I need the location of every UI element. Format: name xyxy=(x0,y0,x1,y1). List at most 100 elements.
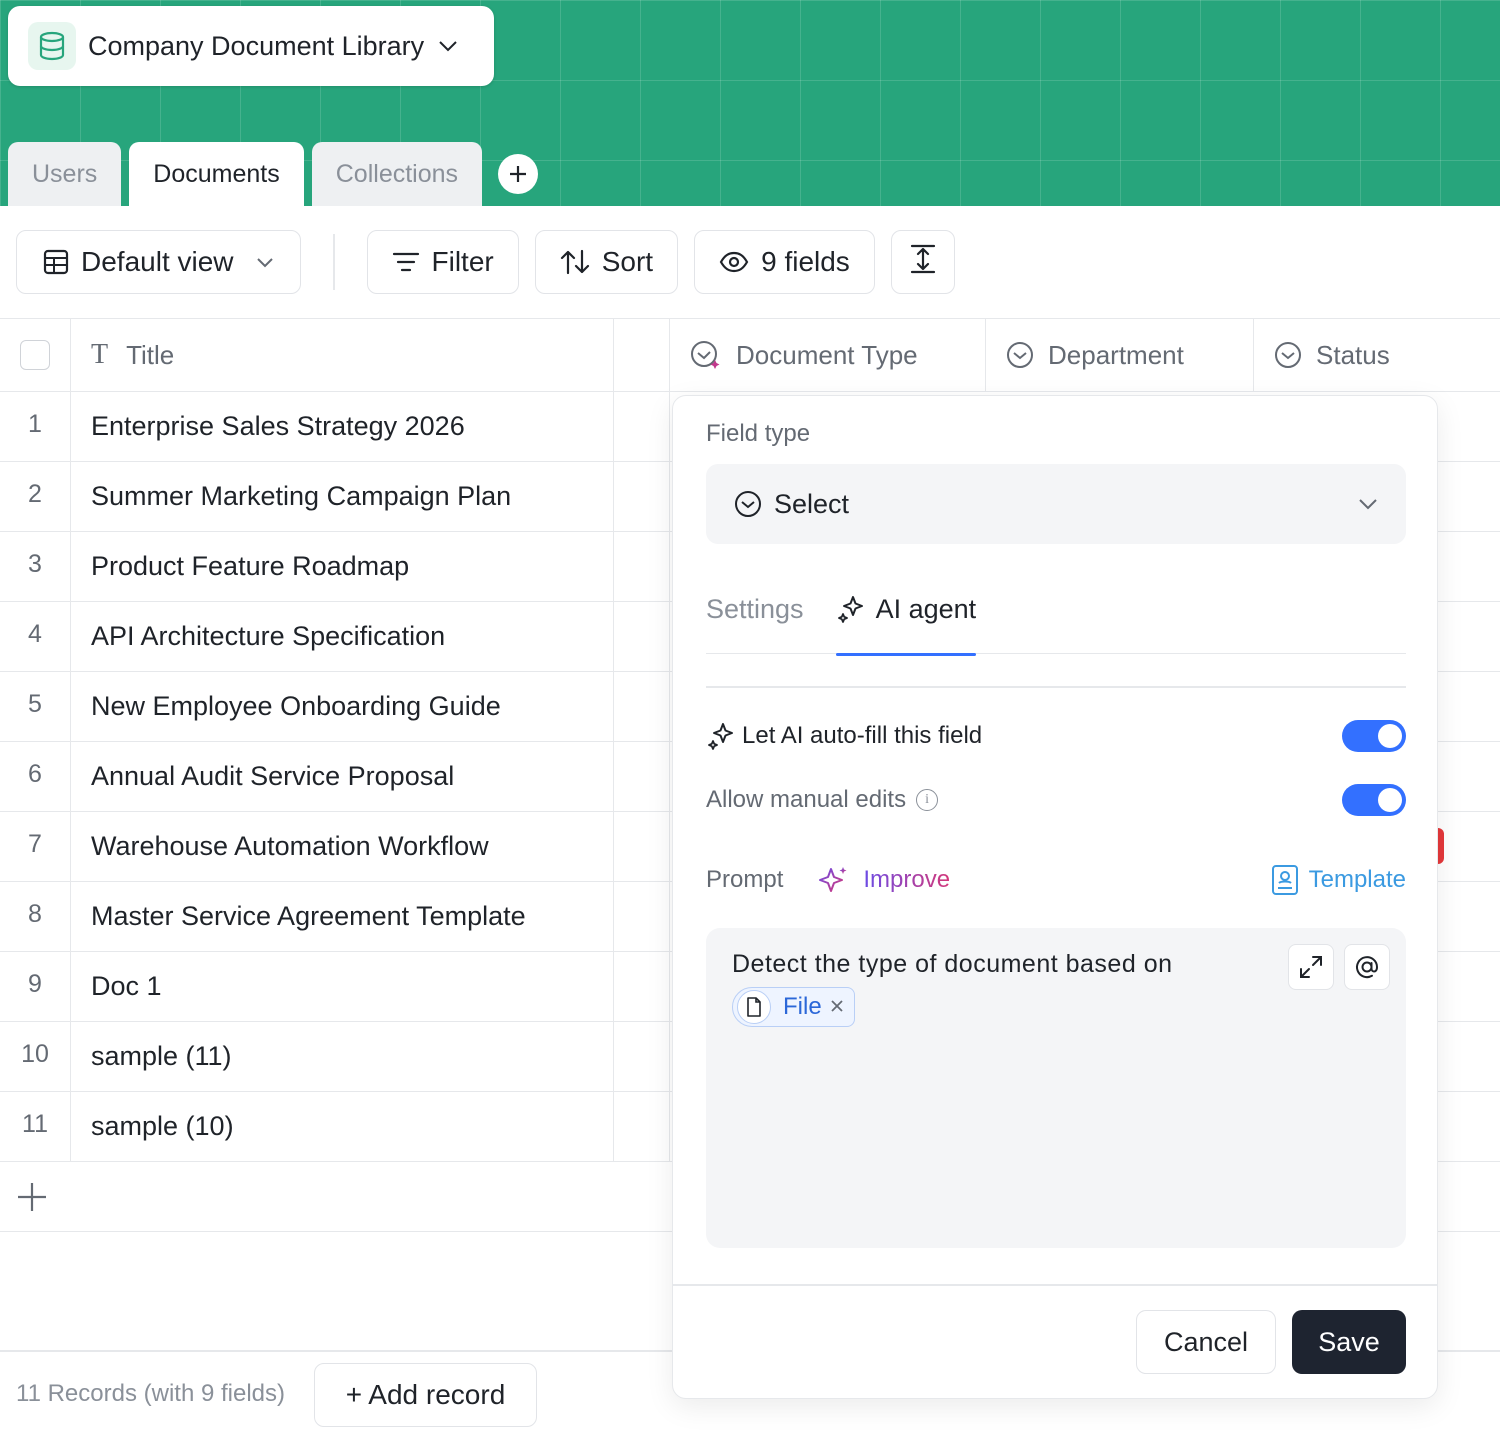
filter-icon xyxy=(392,251,420,273)
expand-icon xyxy=(1300,956,1322,978)
manual-edits-toggle[interactable] xyxy=(1342,784,1406,816)
tab-ai-agent-label: AI agent xyxy=(875,594,977,624)
sort-icon xyxy=(560,249,590,275)
row-number: 9 xyxy=(0,952,71,1021)
view-switcher-button[interactable]: Default view xyxy=(16,230,301,294)
template-icon xyxy=(1271,864,1299,896)
row-number: 4 xyxy=(0,602,71,671)
column-header-document-type[interactable]: Document Type xyxy=(670,319,986,391)
autofill-label: Let AI auto-fill this field xyxy=(742,722,983,749)
column-header-spacer xyxy=(614,319,670,391)
header-banner: Company Document Library Users Documents… xyxy=(0,0,1500,206)
column-status-label: Status xyxy=(1316,339,1390,370)
row-number: 3 xyxy=(0,532,71,601)
sort-button[interactable]: Sort xyxy=(534,230,679,294)
row-title[interactable]: Enterprise Sales Strategy 2026 xyxy=(71,392,614,461)
row-title[interactable]: sample (11) xyxy=(71,1022,614,1091)
info-icon[interactable]: i xyxy=(916,789,939,811)
expand-button[interactable] xyxy=(1288,944,1334,990)
add-table-button[interactable] xyxy=(498,154,539,194)
tab-collections[interactable]: Collections xyxy=(311,142,483,206)
field-type-label: Field type xyxy=(706,420,811,447)
row-height-button[interactable] xyxy=(890,230,955,294)
file-icon xyxy=(737,990,771,1024)
select-all-checkbox[interactable] xyxy=(20,340,50,370)
row-number: 5 xyxy=(0,672,71,741)
chevron-down-icon xyxy=(256,257,274,268)
panel-divider xyxy=(706,686,1406,688)
improve-label: Improve xyxy=(863,866,951,893)
plus-icon xyxy=(18,1182,46,1211)
toolbar-divider xyxy=(333,234,335,290)
column-header-department[interactable]: Department xyxy=(986,319,1254,391)
row-title[interactable]: Summer Marketing Campaign Plan xyxy=(71,462,614,531)
database-icon xyxy=(28,22,76,70)
ai-select-icon xyxy=(690,340,722,370)
row-title[interactable]: Warehouse Automation Workflow xyxy=(71,812,614,881)
magic-sparkle-icon xyxy=(817,864,849,896)
row-title[interactable]: sample (10) xyxy=(71,1092,614,1161)
eye-icon xyxy=(719,251,749,273)
field-type-dropdown[interactable]: Select xyxy=(706,464,1406,544)
cancel-button[interactable]: Cancel xyxy=(1136,1310,1276,1374)
select-icon xyxy=(734,490,762,518)
row-number: 11 xyxy=(0,1092,71,1161)
prompt-editor[interactable]: Detect the type of document based on Fil… xyxy=(706,928,1406,1248)
row-number: 7 xyxy=(0,812,71,881)
row-title[interactable]: Annual Audit Service Proposal xyxy=(71,742,614,811)
prompt-label: Prompt xyxy=(706,866,784,893)
sparkle-icon xyxy=(836,594,866,624)
field-type-value: Select xyxy=(774,488,850,519)
column-header-title[interactable]: T Title xyxy=(71,319,614,391)
plus-icon xyxy=(510,166,527,182)
row-title[interactable]: Master Service Agreement Template xyxy=(71,882,614,951)
row-height-icon xyxy=(910,244,936,281)
row-title[interactable]: New Employee Onboarding Guide xyxy=(71,672,614,741)
row-title[interactable]: Doc 1 xyxy=(71,952,614,1021)
text-type-icon: T xyxy=(91,339,109,370)
tab-documents[interactable]: Documents xyxy=(129,142,304,206)
select-all-cell xyxy=(0,319,71,391)
mention-button[interactable] xyxy=(1344,944,1390,990)
autofill-toggle[interactable] xyxy=(1342,720,1406,752)
filter-button[interactable]: Filter xyxy=(366,230,519,294)
tab-users[interactable]: Users xyxy=(8,142,122,206)
tab-settings[interactable]: Settings xyxy=(706,586,804,654)
row-number: 2 xyxy=(0,462,71,531)
grid-icon xyxy=(43,249,69,275)
fields-button[interactable]: 9 fields xyxy=(694,230,875,294)
chevron-down-icon xyxy=(438,40,458,52)
select-icon xyxy=(1006,341,1034,369)
row-number: 1 xyxy=(0,392,71,461)
add-record-button[interactable]: + Add record xyxy=(314,1363,537,1427)
manual-edits-option: Allow manual edits i xyxy=(706,780,1406,820)
manual-edits-label: Allow manual edits xyxy=(706,786,907,813)
close-icon[interactable] xyxy=(830,996,844,1019)
file-field-chip[interactable]: File xyxy=(732,987,855,1027)
row-title[interactable]: Product Feature Roadmap xyxy=(71,532,614,601)
base-switcher[interactable]: Company Document Library xyxy=(8,6,494,86)
column-header-status[interactable]: Status xyxy=(1254,319,1500,391)
base-name: Company Document Library xyxy=(88,30,425,61)
prompt-actions xyxy=(1278,944,1390,990)
improve-button[interactable]: Improve xyxy=(817,864,950,896)
field-config-panel: Field type Select Settings AI agent Let … xyxy=(672,395,1438,1399)
sparkle-icon xyxy=(706,721,736,751)
template-button[interactable]: Template xyxy=(1271,864,1406,896)
tab-settings-label: Settings xyxy=(706,594,804,624)
column-document-type-label: Document Type xyxy=(736,339,918,370)
row-number: 10 xyxy=(0,1022,71,1091)
select-icon xyxy=(1274,341,1302,369)
file-chip-label: File xyxy=(783,993,822,1020)
save-button[interactable]: Save xyxy=(1292,1310,1406,1374)
row-number: 6 xyxy=(0,742,71,811)
sort-label: Sort xyxy=(601,246,654,277)
column-department-label: Department xyxy=(1048,339,1184,370)
at-sign-icon xyxy=(1356,956,1379,979)
row-title[interactable]: API Architecture Specification xyxy=(71,602,614,671)
autofill-option: Let AI auto-fill this field xyxy=(706,716,1406,756)
chevron-down-icon xyxy=(1358,498,1378,510)
column-title-label: Title xyxy=(126,339,175,370)
panel-tabs: Settings AI agent xyxy=(706,586,1406,656)
tab-ai-agent[interactable]: AI agent xyxy=(835,586,977,656)
